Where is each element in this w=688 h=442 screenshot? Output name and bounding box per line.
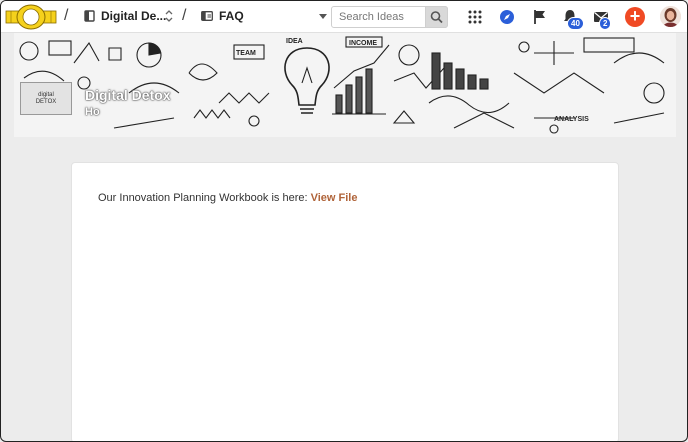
notification-count-badge: 40 xyxy=(567,17,584,30)
workspace-logo-text-bottom: DETOX xyxy=(35,99,57,105)
flag-icon[interactable] xyxy=(531,8,549,26)
chevron-down-icon[interactable] xyxy=(319,14,327,19)
content-body: Our Innovation Planning Workbook is here… xyxy=(98,192,357,204)
breadcrumb-separator: / xyxy=(64,7,69,24)
breadcrumb-section[interactable]: FAQ xyxy=(201,9,244,23)
app-window: / Digital De... / FAQ Search Ideas 40 2 … xyxy=(0,0,688,442)
chevron-updown-icon[interactable] xyxy=(164,8,174,24)
workspace-logo[interactable]: digital DETOX xyxy=(20,82,72,115)
content-text: Our Innovation Planning Workbook is here… xyxy=(98,192,311,204)
workspace-name: Digital De... xyxy=(101,9,167,23)
svg-text:IDEA: IDEA xyxy=(286,38,303,45)
brand-logo-icon[interactable] xyxy=(5,3,57,31)
search-button[interactable] xyxy=(425,6,448,28)
workspace-banner: TEAM INCOME IDEA ANALYSIS xyxy=(14,33,676,137)
banner-sketch-image: TEAM INCOME IDEA ANALYSIS xyxy=(14,33,676,137)
workspace-title: Digital Detox xyxy=(85,87,171,103)
svg-text:INCOME: INCOME xyxy=(349,40,377,47)
search-icon xyxy=(430,11,443,24)
grid-icon[interactable] xyxy=(466,8,484,26)
section-name: FAQ xyxy=(219,9,244,23)
content-card: Our Innovation Planning Workbook is here… xyxy=(71,162,619,441)
svg-text:TEAM: TEAM xyxy=(236,50,256,57)
add-button[interactable]: + xyxy=(625,7,645,27)
breadcrumb-separator: / xyxy=(182,7,187,24)
message-count-badge: 2 xyxy=(599,17,612,30)
workspace-subtitle: Ho xyxy=(85,106,100,118)
view-file-link[interactable]: View File xyxy=(311,192,358,204)
workspace-logo-text-top: digital xyxy=(38,92,54,98)
svg-text:ANALYSIS: ANALYSIS xyxy=(554,116,589,123)
top-navigation-bar: / Digital De... / FAQ Search Ideas 40 2 … xyxy=(1,1,687,33)
breadcrumb-workspace[interactable]: Digital De... xyxy=(84,9,166,23)
avatar[interactable] xyxy=(660,6,681,27)
folder-icon xyxy=(201,11,213,21)
compass-icon[interactable] xyxy=(498,8,516,26)
workspace-icon xyxy=(84,10,95,22)
